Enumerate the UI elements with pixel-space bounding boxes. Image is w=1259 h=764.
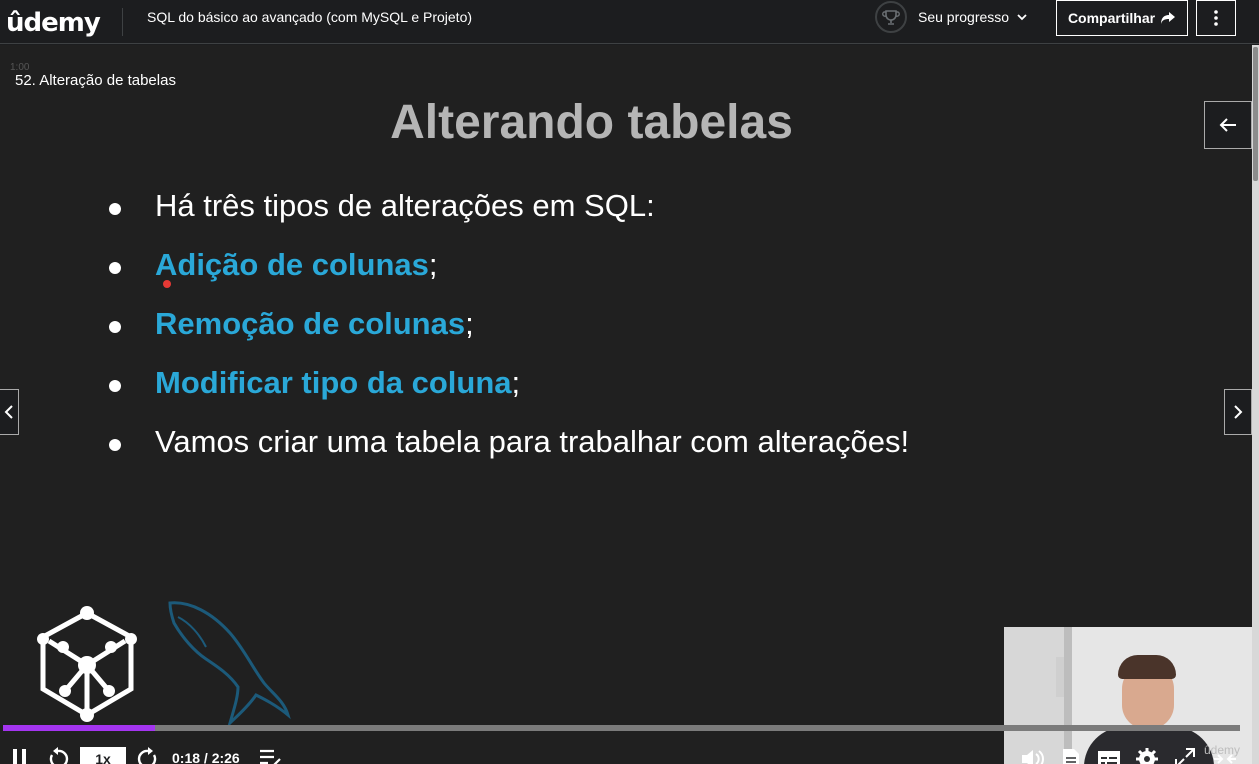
transcript-icon[interactable] <box>1061 747 1081 764</box>
bullet-highlight: Adição de colunas <box>155 247 429 282</box>
udemy-logo[interactable]: ûdemy <box>6 2 101 40</box>
header-divider <box>122 8 123 36</box>
arrow-left-icon <box>1219 118 1236 132</box>
scrollbar-thumb[interactable] <box>1253 47 1258 181</box>
cube-network-logo <box>37 606 137 722</box>
bullet-dot <box>109 203 121 215</box>
video-player[interactable]: 1:00 52. Alteração de tabelas Alterando … <box>0 45 1252 764</box>
captions-icon[interactable] <box>1097 749 1121 764</box>
chevron-left-icon <box>4 405 13 419</box>
top-bar: ûdemy SQL do básico ao avançado (com MyS… <box>0 0 1259 44</box>
bullet-text: ; <box>465 306 474 341</box>
previous-lecture-button[interactable] <box>0 389 19 435</box>
lecture-title: 52. Alteração de tabelas <box>15 72 176 89</box>
bullet-dot <box>109 321 121 333</box>
forward-icon[interactable] <box>136 745 160 764</box>
course-title[interactable]: SQL do básico ao avançado (com MySQL e P… <box>147 9 472 25</box>
share-button[interactable]: Compartilhar <box>1056 0 1188 36</box>
mysql-dolphin-logo <box>168 601 291 727</box>
bullet-text: Há três tipos de alterações em SQL: <box>155 188 655 223</box>
back-button[interactable] <box>1204 101 1252 149</box>
slide-title: Alterando tabelas <box>390 96 793 149</box>
video-progress-bar[interactable] <box>3 725 1240 731</box>
share-arrow-icon <box>1161 12 1176 24</box>
chevron-down-icon <box>1017 14 1027 21</box>
chevron-right-icon <box>1234 405 1243 419</box>
trophy-icon <box>875 1 907 33</box>
page-scrollbar[interactable] <box>1252 45 1259 764</box>
instructor-webcam: ûdemy <box>1004 627 1252 764</box>
bullet-dot <box>109 439 121 451</box>
bullet-text: ; <box>511 365 521 400</box>
time-display: 0:18 / 2:26 <box>172 750 240 764</box>
logo-text: ûdemy <box>6 8 101 38</box>
more-options-button[interactable] <box>1196 0 1236 36</box>
next-lecture-button[interactable] <box>1224 389 1252 435</box>
bullet-text: ; <box>428 247 438 282</box>
fullscreen-icon[interactable] <box>1174 747 1196 764</box>
pause-icon[interactable] <box>11 745 29 764</box>
bullet-highlight: Modificar tipo da coluna <box>155 365 512 400</box>
bullet-highlight: Remoção de colunas <box>155 306 466 341</box>
bullet-dot <box>109 262 121 274</box>
settings-icon[interactable] <box>1135 745 1159 764</box>
playback-speed-button[interactable]: 1x <box>80 747 126 764</box>
bullet-dot <box>109 380 121 392</box>
share-label: Compartilhar <box>1067 10 1156 26</box>
pointer-dot <box>163 280 171 288</box>
notes-icon[interactable] <box>258 747 282 764</box>
collapse-icon[interactable] <box>1212 749 1238 764</box>
video-progress-fill <box>3 725 155 731</box>
volume-icon[interactable] <box>1020 747 1046 764</box>
more-vertical-icon <box>1214 10 1218 26</box>
rewind-icon[interactable] <box>46 745 70 764</box>
bullet-text: Vamos criar uma tabela para trabalhar co… <box>155 424 910 459</box>
progress-label: Seu progresso <box>918 9 1010 25</box>
